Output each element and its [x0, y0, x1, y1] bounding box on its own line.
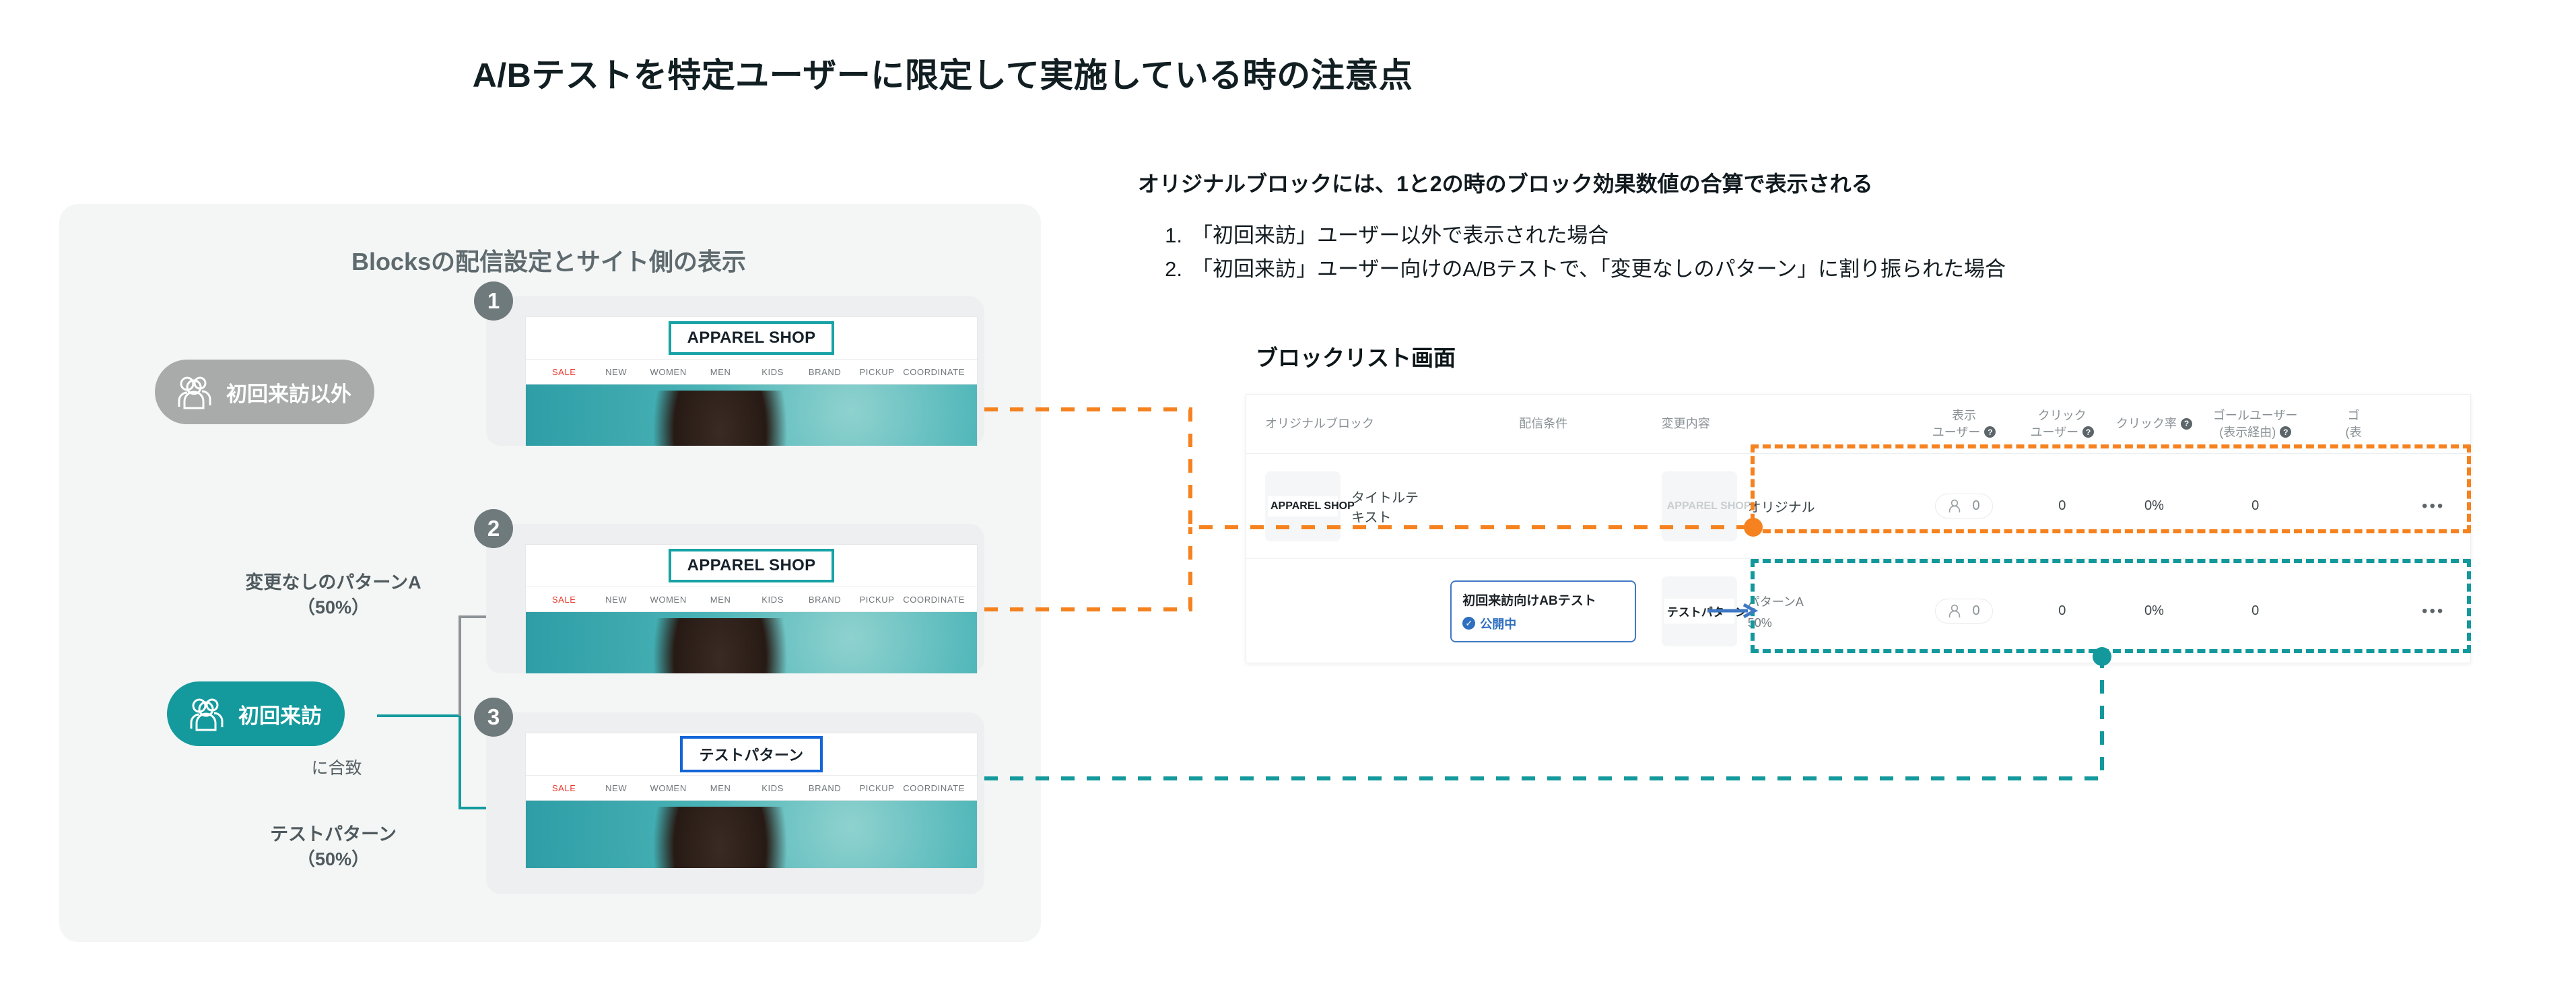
site-logo-3: テストパターン [680, 736, 823, 772]
help-icon[interactable]: ? [2280, 426, 2292, 438]
row-1-original-thumb-label: APPAREL SHOP [1268, 496, 1355, 516]
site-logo-row-3: テストパターン [526, 733, 977, 775]
table-header-original: オリジナルブロック [1265, 417, 1374, 431]
notes-list: 1. 「初回来訪」ユーザー以外で表示された場合 2. 「初回来訪」ユーザー向けの… [1157, 219, 2006, 286]
table-header-impressions-line1: 表示 [1952, 409, 1977, 423]
teal-connector-card3 [984, 657, 2104, 780]
nav-item-men[interactable]: MEN [694, 367, 746, 377]
segment-pill-other: 初回来訪以外 [155, 360, 374, 424]
site-logo-row-1: APPAREL SHOP [526, 317, 977, 359]
page-title: A/Bテストを特定ユーザーに限定して実施している時の注意点 [472, 57, 1413, 94]
table-header-goal-users-line2: (表示経由) [2219, 425, 2276, 439]
row-2-condition: 初回来訪向けABテスト ✓ 公開中 [1431, 559, 1656, 663]
nav-item-new[interactable]: NEW [590, 595, 642, 605]
table-header-goal-users-2-line2: (表 [2345, 425, 2362, 439]
nav-item-pickup[interactable]: PICKUP [851, 595, 903, 605]
row-2-original [1246, 559, 1431, 663]
nav-item-coordinate[interactable]: COORDINATE [903, 783, 965, 793]
row-2-ab-test-title: 初回来訪向けABテスト [1462, 593, 1596, 608]
segment-pill-other-label: 初回来訪以外 [226, 382, 351, 406]
nav-item-brand[interactable]: BRAND [799, 595, 850, 605]
browser-card-2-number: 2 [474, 509, 513, 548]
nav-item-women[interactable]: WOMEN [642, 595, 694, 605]
row-2-change-thumbnail: テストパターン [1661, 576, 1747, 646]
table-header-goal-users-line1: ゴールユーザー [2212, 409, 2298, 423]
notes-heading: オリジナルブロックには、1と2の時のブロック効果数値の合算で表示される [1138, 172, 1873, 196]
site-logo-1: APPAREL SHOP [668, 321, 835, 355]
nav-item-sale[interactable]: SALE [538, 595, 590, 605]
highlight-box-test-pattern [1751, 559, 2471, 653]
nav-item-sale[interactable]: SALE [538, 367, 590, 377]
browser-card-3-number: 3 [474, 698, 513, 737]
nav-item-kids[interactable]: KIDS [747, 595, 799, 605]
nav-item-kids[interactable]: KIDS [747, 783, 799, 793]
nav-item-new[interactable]: NEW [590, 783, 642, 793]
segment-pill-first: 初回来訪 [167, 681, 345, 746]
browser-card-3: 3 テストパターン SALE NEW WOMEN MEN KIDS BRAND … [474, 698, 984, 894]
site-nav-1: SALE NEW WOMEN MEN KIDS BRAND PICKUP COO… [526, 359, 977, 384]
notes-item-2-text: 「初回来訪」ユーザー向けのA/Bテストで、「変更なしのパターン」に割り振られた場… [1192, 257, 2006, 281]
nav-item-women[interactable]: WOMEN [642, 367, 694, 377]
notes-item-2: 2. 「初回来訪」ユーザー向けのA/Bテストで、「変更なしのパターン」に割り振ら… [1157, 253, 2006, 286]
nav-item-new[interactable]: NEW [590, 367, 642, 377]
browser-window-3: テストパターン SALE NEW WOMEN MEN KIDS BRAND PI… [525, 733, 978, 869]
nav-item-pickup[interactable]: PICKUP [851, 783, 903, 793]
row-2-change-thumb-label: テストパターン [1664, 599, 1747, 624]
row-1-original-thumbnail: APPAREL SHOP [1265, 471, 1355, 541]
site-logo-row-2: APPAREL SHOP [526, 545, 977, 587]
site-logo-2: APPAREL SHOP [668, 549, 835, 582]
nav-item-men[interactable]: MEN [694, 595, 746, 605]
table-header-clicks-line2: ユーザー [2030, 425, 2079, 439]
branch-label-test-pattern-line2: （50%） [296, 848, 370, 869]
notes-item-1-number: 1. [1165, 224, 1182, 247]
row-1-original: APPAREL SHOP タイトルテキスト [1246, 454, 1431, 558]
nav-item-coordinate[interactable]: COORDINATE [903, 595, 965, 605]
browser-card-1-number: 1 [474, 281, 513, 321]
row-1-change-thumbnail: APPAREL SHOP [1661, 471, 1751, 541]
notes-item-1: 1. 「初回来訪」ユーザー以外で表示された場合 [1157, 219, 2006, 253]
browser-window-1: APPAREL SHOP SALE NEW WOMEN MEN KIDS BRA… [525, 316, 978, 446]
block-list-section-label: ブロックリスト画面 [1256, 345, 1456, 370]
nav-item-coordinate[interactable]: COORDINATE [903, 367, 965, 377]
hero-banner-1: ❮ ❯ MORE SALE [526, 384, 977, 446]
nav-item-pickup[interactable]: PICKUP [851, 367, 903, 377]
help-icon[interactable]: ? [2181, 417, 2192, 430]
table-header-goal-users-2-line1: ゴ [2347, 409, 2360, 423]
site-nav-3: SALE NEW WOMEN MEN KIDS BRAND PICKUP COO… [526, 775, 977, 801]
highlight-box-original [1751, 444, 2471, 533]
table-header-condition: 配信条件 [1519, 417, 1568, 431]
nav-item-brand[interactable]: BRAND [799, 783, 850, 793]
row-1-condition [1431, 454, 1656, 558]
row-2-ab-test-box[interactable]: 初回来訪向けABテスト ✓ 公開中 [1450, 580, 1637, 642]
branch-label-test-pattern: テストパターン （50%） [222, 822, 444, 871]
table-header-impressions-line2: ユーザー [1932, 425, 1981, 439]
hero-banner-3: ❮ ❯ MORE SALE [526, 801, 977, 868]
browser-card-2: 2 APPAREL SHOP SALE NEW WOMEN MEN KIDS B… [474, 509, 984, 673]
nav-item-women[interactable]: WOMEN [642, 783, 694, 793]
branch-label-pattern-a-line1: 変更なしのパターンA [245, 572, 421, 593]
browser-card-1: 1 APPAREL SHOP SALE NEW WOMEN MEN KIDS B… [474, 281, 984, 446]
row-2-ab-test-status-label: 公開中 [1480, 617, 1517, 631]
table-header-clicks-line1: クリック [2037, 409, 2087, 423]
nav-item-sale[interactable]: SALE [538, 783, 590, 793]
browser-window-2: APPAREL SHOP SALE NEW WOMEN MEN KIDS BRA… [525, 544, 978, 673]
users-icon [190, 698, 224, 731]
hero-banner-2: ❮ ❯ MORE SALE [526, 612, 977, 673]
check-circle-icon: ✓ [1462, 617, 1476, 630]
users-icon [178, 376, 211, 409]
row-1-original-label: タイトルテキスト [1351, 490, 1419, 525]
nav-item-kids[interactable]: KIDS [747, 367, 799, 377]
site-nav-2: SALE NEW WOMEN MEN KIDS BRAND PICKUP COO… [526, 587, 977, 612]
notes-item-2-number: 2. [1165, 257, 1182, 281]
row-2-ab-test-status: ✓ 公開中 [1462, 615, 1624, 632]
help-icon[interactable]: ? [2082, 426, 2095, 438]
nav-item-brand[interactable]: BRAND [799, 367, 850, 377]
notes-item-1-text: 「初回来訪」ユーザー以外で表示された場合 [1192, 224, 1609, 247]
table-header-ctr-line1: クリック率 [2116, 417, 2177, 431]
nav-item-men[interactable]: MEN [694, 783, 746, 793]
row-1-change-thumb-label: APPAREL SHOP [1666, 500, 1751, 512]
help-icon[interactable]: ? [1984, 426, 1996, 438]
segment-pill-first-label: 初回来訪 [238, 704, 322, 728]
left-panel-title: Blocksの配信設定とサイト側の表示 [351, 248, 747, 275]
